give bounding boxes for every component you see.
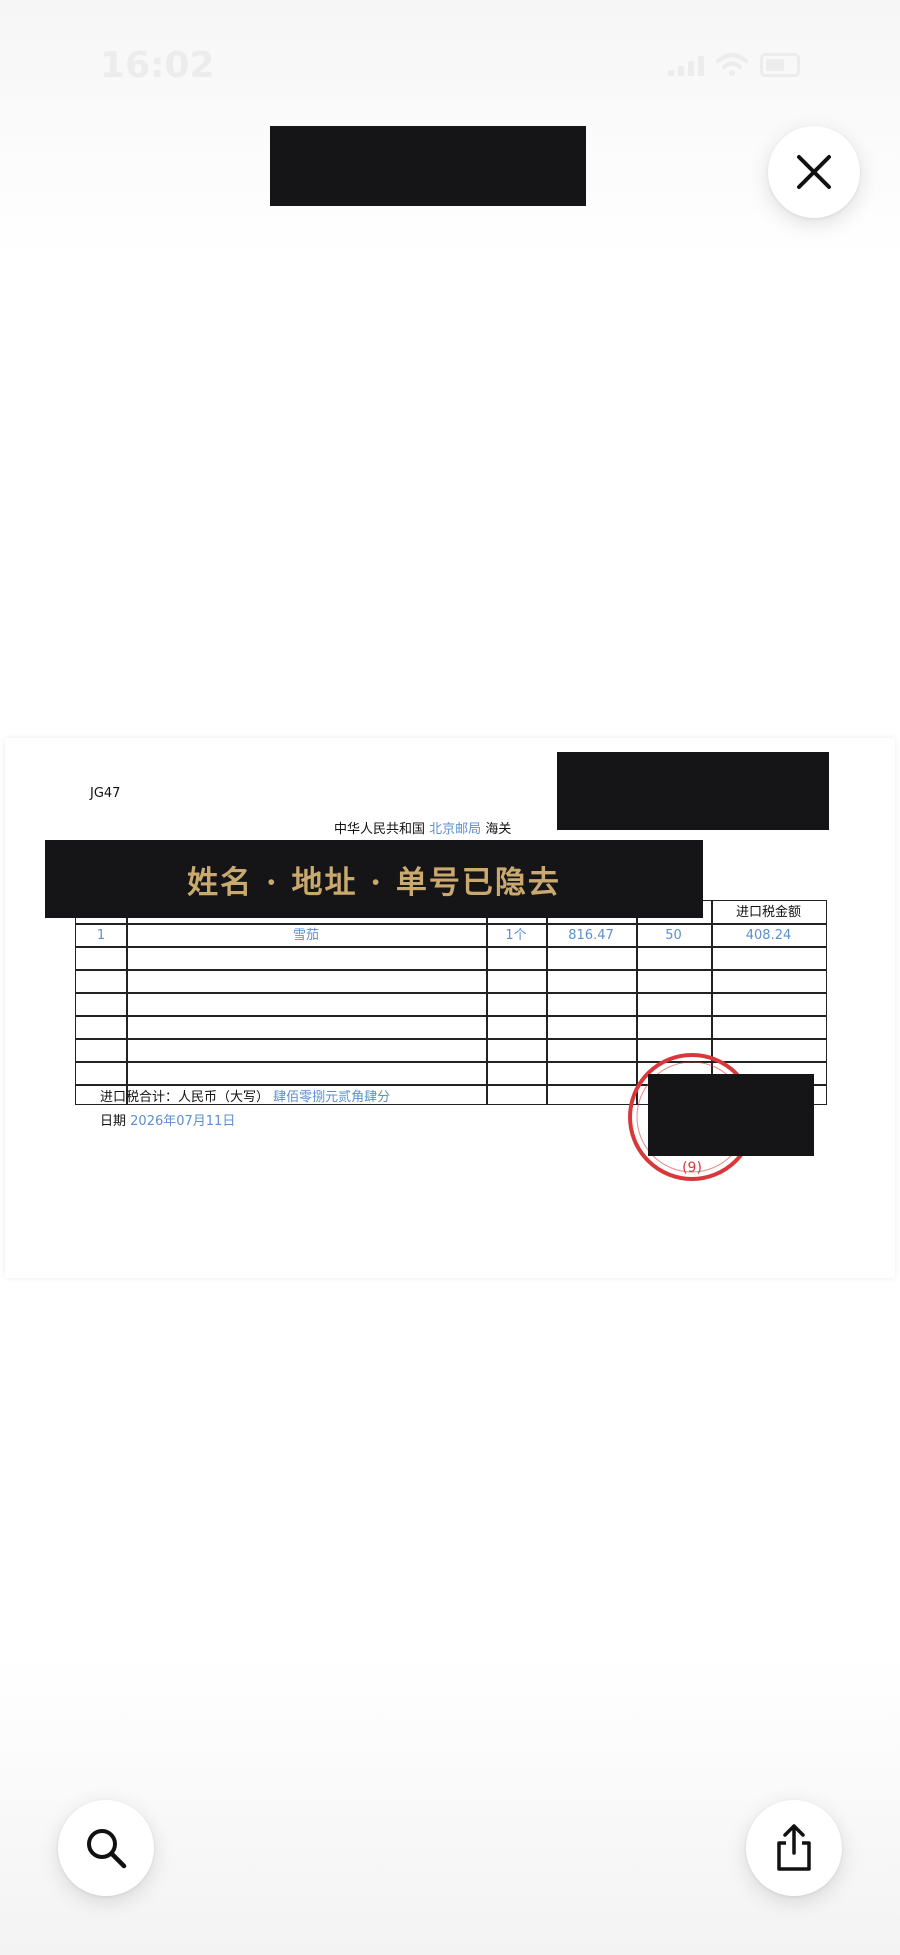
date-value: 2026年07月11日 (130, 1114, 236, 1129)
share-button[interactable] (746, 1800, 842, 1896)
signal-icon (668, 54, 704, 76)
row-item: 雪茄 (292, 928, 319, 943)
top-right-redaction: [redacted] (557, 752, 829, 830)
battery-icon (760, 53, 800, 77)
authority-suffix: 海关 (485, 822, 512, 837)
bottom-background (0, 1655, 900, 1955)
tax-total-label: 进口税合计：人民币（大写） (100, 1090, 270, 1105)
status-icons (668, 53, 800, 77)
date-label: 日期 (100, 1114, 127, 1129)
share-icon (777, 1824, 811, 1871)
date-line: 日期 2026年07月11日 (100, 1110, 235, 1129)
row-tax: 408.24 (745, 928, 792, 943)
document-page: JG47 [redacted] 中华人民共和国 北京邮局 海关 姓名 · 地址 … (5, 738, 895, 1278)
wifi-icon (716, 53, 748, 76)
status-time: 16:02 (100, 44, 215, 86)
close-button[interactable] (768, 126, 860, 218)
stamp-redaction: [redacted] (648, 1074, 814, 1156)
tax-total-line: 进口税合计：人民币（大写） 肆佰零捌元贰角肆分 (100, 1086, 390, 1105)
header-import-tax: 进口税金额 (735, 905, 801, 920)
search-icon (87, 1829, 127, 1869)
tax-total-value: 肆佰零捌元贰角肆分 (273, 1090, 391, 1105)
title-redaction: [redacted] (270, 126, 586, 206)
row-rate: 50 (665, 928, 682, 943)
row-value: 816.47 (568, 928, 614, 943)
authority-place: 北京邮局 (429, 822, 482, 837)
authority-prefix: 中华人民共和国 (334, 822, 426, 837)
stamp-number: (9) (682, 1160, 702, 1176)
document-code: JG47 (90, 786, 121, 801)
close-icon (797, 155, 831, 189)
row-number: 1 (96, 928, 106, 943)
redaction-banner: 姓名 · 地址 · 单号已隐去 (45, 840, 703, 918)
status-bar: 16:02 (0, 30, 900, 100)
search-button[interactable] (58, 1800, 154, 1896)
row-qty: 1个 (505, 928, 527, 943)
